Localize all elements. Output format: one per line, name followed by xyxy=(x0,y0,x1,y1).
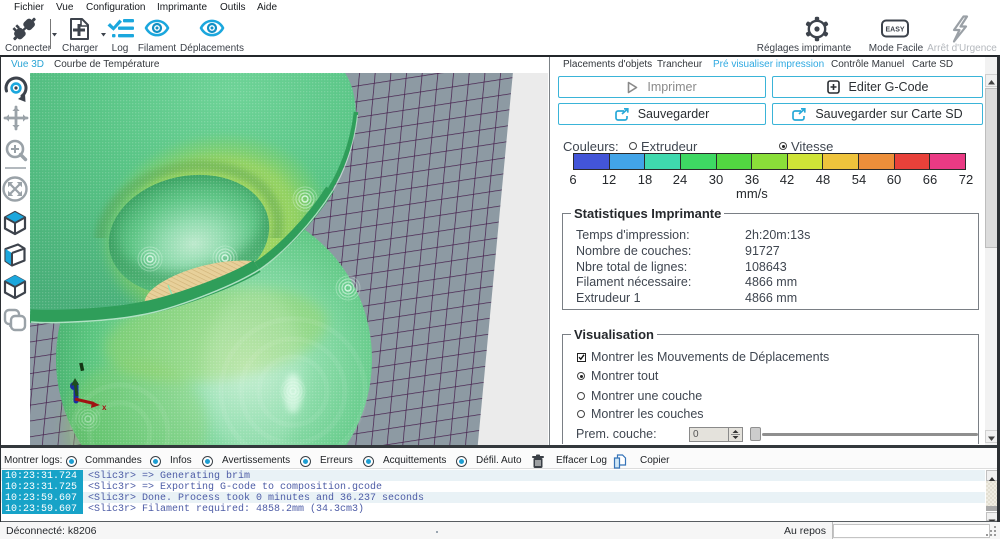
svg-text:x: x xyxy=(102,403,107,412)
svg-text:EASY: EASY xyxy=(885,27,904,34)
